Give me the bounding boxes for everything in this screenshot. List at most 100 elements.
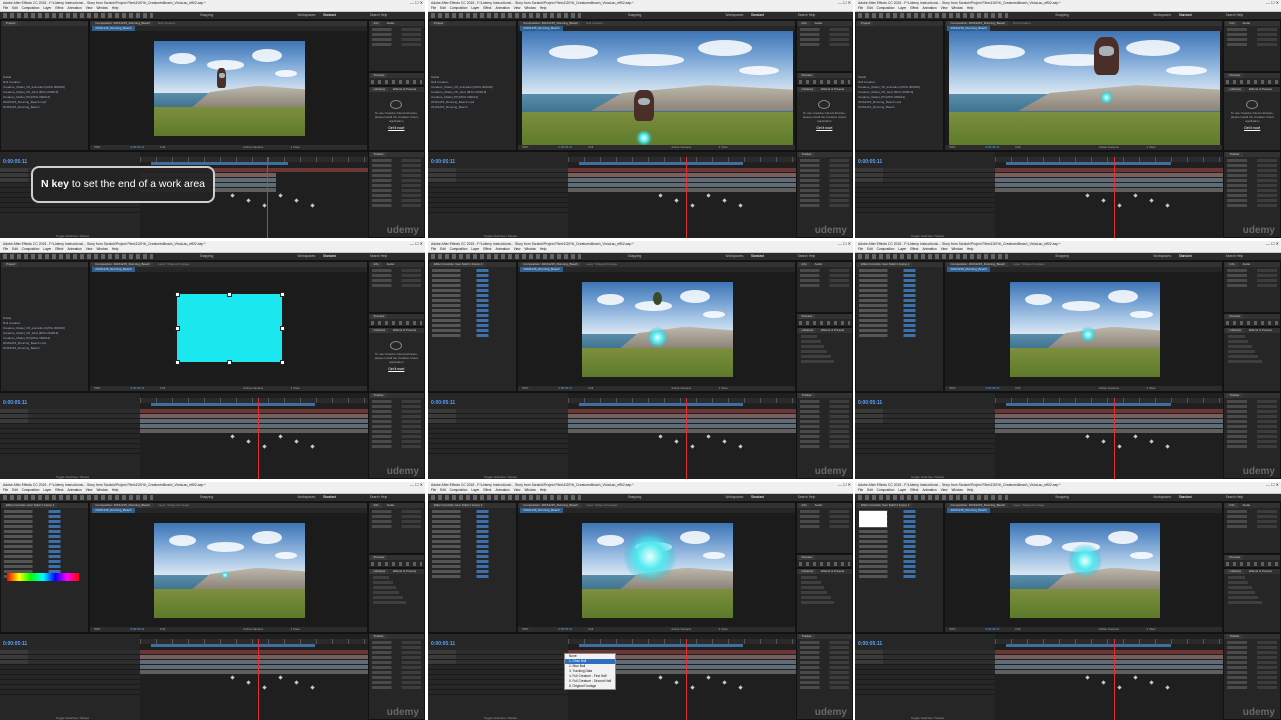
robot-creature[interactable] (1094, 36, 1119, 75)
keyframe[interactable] (1165, 685, 1170, 690)
effect-property-row[interactable] (432, 299, 514, 302)
effects-tree-item[interactable] (800, 340, 821, 344)
layer-duration-bar[interactable] (995, 424, 1224, 428)
tracker-option[interactable] (1227, 174, 1277, 177)
menu-item-composition[interactable]: Composition (450, 247, 468, 251)
snapping-toggle[interactable]: Snapping (628, 253, 641, 260)
viewer-timecode[interactable]: 0:00:05:11 (985, 627, 999, 632)
keyframe[interactable] (1165, 203, 1170, 208)
effect-property-row[interactable] (859, 319, 941, 322)
menu-item-animation[interactable]: Animation (67, 247, 81, 251)
current-time-indicator[interactable] (1113, 398, 1115, 479)
layer-duration-bar[interactable] (995, 660, 1224, 664)
timeline-timecode[interactable]: 0:00:05:11 (3, 159, 27, 165)
layer-duration-bar[interactable] (995, 655, 1224, 659)
menu-item-animation[interactable]: Animation (495, 6, 509, 10)
tracker-option[interactable] (371, 194, 421, 197)
tracker-option[interactable] (1227, 169, 1277, 172)
toggle-switches-modes[interactable]: Toggle Switches / Modes (911, 234, 944, 238)
zoom-dropdown[interactable]: 50% (949, 627, 955, 632)
work-area-bar[interactable] (1006, 162, 1171, 165)
tracker-option[interactable] (799, 676, 849, 679)
effect-property-row[interactable] (859, 565, 941, 568)
keyframe[interactable] (658, 193, 663, 198)
tracker-option[interactable] (1227, 159, 1277, 162)
search-help-field[interactable]: Search Help (370, 12, 388, 19)
project-tab[interactable]: Project (858, 21, 874, 26)
effects-presets-tab[interactable]: Effects & Presets (1246, 87, 1275, 92)
zoom-dropdown[interactable]: 50% (522, 145, 528, 150)
keyframe[interactable] (722, 198, 727, 203)
menu-item-layer[interactable]: Layer (43, 247, 51, 251)
effects-tree-item[interactable] (800, 335, 818, 339)
project-tab[interactable]: Project (3, 21, 19, 26)
keyframe[interactable] (1133, 675, 1138, 680)
tracker-option[interactable] (1227, 666, 1277, 669)
tracker-option[interactable] (1227, 194, 1277, 197)
menu-item-animation[interactable]: Animation (67, 488, 81, 492)
keyframe[interactable] (1117, 203, 1122, 208)
menu-item-window[interactable]: Window (951, 488, 962, 492)
menu-item-composition[interactable]: Composition (877, 488, 895, 492)
toggle-switches-modes[interactable]: Toggle Switches / Modes (56, 475, 89, 479)
footage-frame[interactable] (1009, 282, 1161, 377)
menu-item-edit[interactable]: Edit (12, 247, 18, 251)
effect-property-row[interactable] (859, 535, 941, 538)
effect-property-row[interactable] (859, 575, 941, 578)
tracker-option[interactable] (371, 405, 421, 408)
audio-tab[interactable]: Audio (1240, 262, 1254, 267)
menu-item-file[interactable]: File (431, 6, 436, 10)
tracker-option[interactable] (799, 646, 849, 649)
tracker-option[interactable] (799, 681, 849, 684)
keyframe[interactable] (738, 444, 743, 449)
effect-property-row[interactable] (859, 540, 941, 543)
preview-tab[interactable]: Preview (370, 555, 388, 561)
project-item[interactable]: Creature_Model_V8_animation [MXG 000018] (3, 326, 86, 330)
comp-breadcrumb-tab[interactable]: 20161215_Running_Beach (92, 267, 135, 272)
tracker-tab[interactable]: Tracker (370, 152, 387, 157)
effect-property-row[interactable] (4, 535, 86, 538)
layer-duration-bar[interactable] (995, 409, 1224, 413)
layer-duration-bar[interactable] (139, 665, 368, 669)
preview-tab[interactable]: Preview (370, 314, 388, 320)
menu-item-help[interactable]: Help (112, 488, 119, 492)
active-camera-dropdown[interactable]: Active Camera (671, 386, 691, 391)
toggle-switches-modes[interactable]: Toggle Switches / Modes (484, 234, 517, 238)
layer-duration-bar[interactable] (567, 178, 796, 182)
keyframe[interactable] (262, 685, 267, 690)
keyframe[interactable] (246, 680, 251, 685)
audio-tab[interactable]: Audio (1240, 503, 1254, 508)
effect-property-row[interactable] (4, 555, 86, 558)
tracker-option[interactable] (799, 440, 849, 443)
menu-item-file[interactable]: File (858, 6, 863, 10)
menu-item-composition[interactable]: Composition (877, 6, 895, 10)
info-tab[interactable]: Info (798, 21, 810, 26)
tracker-tab[interactable]: Tracker (370, 634, 387, 639)
menu-item-file[interactable]: File (858, 247, 863, 251)
info-tab[interactable]: Info (370, 21, 382, 26)
effects-tree-item[interactable] (800, 586, 824, 590)
snapping-toggle[interactable]: Snapping (1055, 494, 1068, 501)
project-item[interactable]: 20161215_Running_Beach.mp4 (858, 100, 941, 104)
snapping-toggle[interactable]: Snapping (1055, 253, 1068, 260)
resolution-dropdown[interactable]: Full (588, 386, 593, 391)
menu-item-help[interactable]: Help (540, 247, 547, 251)
work-area-bar[interactable] (579, 644, 744, 647)
project-item[interactable]: Solids (431, 75, 514, 79)
menu-item-animation[interactable]: Animation (67, 6, 81, 10)
menu-item-edit[interactable]: Edit (440, 247, 446, 251)
keyframe[interactable] (246, 439, 251, 444)
view-layout-dropdown[interactable]: 1 View (291, 386, 300, 391)
menu-item-layer[interactable]: Layer (471, 6, 479, 10)
keyframe[interactable] (722, 680, 727, 685)
tracker-option[interactable] (799, 666, 849, 669)
comp-breadcrumb-tab[interactable]: 20161215_Running_Beach (520, 267, 563, 272)
effects-presets-tab[interactable]: Effects & Presets (1246, 328, 1275, 333)
layer-tab[interactable]: Layer: Shaped Footage (155, 503, 192, 508)
view-layout-dropdown[interactable]: 1 View (1146, 145, 1155, 150)
effect-property-row[interactable] (859, 334, 941, 337)
tracker-option[interactable] (371, 666, 421, 669)
tracker-option[interactable] (371, 159, 421, 162)
menu-item-effect[interactable]: Effect (55, 247, 63, 251)
tracker-option[interactable] (799, 435, 849, 438)
